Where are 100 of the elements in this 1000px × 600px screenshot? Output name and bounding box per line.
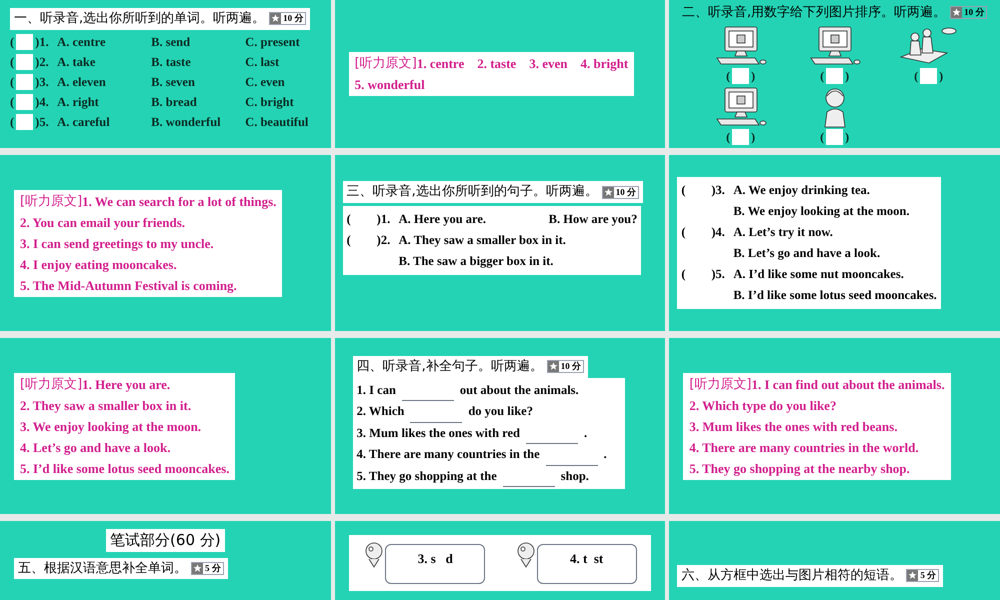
option-text: B. The saw a bigger box in it. [398,254,554,268]
slide-thumbnail[interactable]: 3. s d 4. t st [334,521,666,600]
question-number: )4. [711,224,726,241]
section-title: 笔试部分(60 分) [106,529,225,552]
question-number: )5. [35,114,50,130]
bracket-text: ( [10,94,14,110]
slide-thumbnail[interactable]: [听力原文]1. centre 2. taste 3. even 4. bright 5. wonderful [334,0,666,148]
transcript-line: 4. Let’s go and have a look. [20,438,170,456]
question-number: )5. [711,266,726,283]
bracket-text: ( [820,128,824,146]
score-text: 10 分 [560,362,582,372]
answer-box[interactable] [16,94,34,110]
option-text: A. Let’s try it now. [733,224,833,241]
option-text: A. careful [57,114,111,130]
option-text: C. present [245,34,300,50]
bracket-text: ( [346,210,351,228]
transcript-line: 1. Here you are. [82,376,170,392]
slide-thumbnail[interactable]: 四、听录音,补全句子。听两遍。 10 分 1. I can out about the animals. 2. Which do you like? 3. Mum likes the ones with red . 4. There are many countries in the . 5. They go shopping at the shop. [334,338,666,514]
answer-box[interactable] [732,128,750,144]
slide-thumbnail[interactable]: 三、听录音,选出你所听到的句子。听两遍。 10 分 ( )1. A. Here you are. B. How are you? ( )2. A. They saw a smaller box in it. B. The saw a bigger box in it. [334,155,666,331]
answer-box[interactable] [826,128,844,144]
slide-thumbnail[interactable]: [听力原文]1. We can search for a lot of things. 2. You can email your friends. 3. I can send greetings to my uncle. 4. I enjoy eating mooncakes. 5. The Mid-Autumn Festival is coming. [0,155,331,331]
score-text: 10 分 [614,188,638,196]
sentence-text: . [604,446,607,463]
bracket-text: ( [681,266,686,283]
bracket-text: ( [10,34,14,50]
star-icon [192,562,203,574]
option-text: C. beautiful [245,114,308,130]
question-number: )1. [376,210,392,228]
answer-box[interactable] [920,68,938,84]
bracket-text: ( [914,68,918,84]
star-icon [602,186,614,198]
bracket-text: ) [751,68,756,84]
transcript-line: 1. centre 2. taste 3. even 4. bright [416,55,628,72]
transcript-label: [听力原文] [689,376,752,392]
option-text: B. taste [151,54,192,70]
option-text: A. They saw a smaller box in it. [398,232,566,249]
score-text: 5 分 [204,564,222,573]
answer-box[interactable] [16,74,34,90]
bracket-text: ( [10,74,14,90]
option-text: C. even [245,74,285,90]
option-text: B. seven [151,74,196,90]
option-text: C. last [245,54,280,70]
option-text: A. Here you are. [398,210,488,228]
score-text: 5 分 [919,571,938,580]
answer-box[interactable] [16,34,34,50]
transcript-line: 3. Mum likes the ones with red beans. [689,418,898,434]
transcript-line: 1. I can find out about the animals. [751,376,945,392]
transcript-label: [听力原文] [20,192,82,210]
answer-box[interactable] [16,114,34,130]
bracket-text: ( [10,54,14,70]
option-text: B. send [151,34,192,50]
heading-text: 一、听录音,选出你所听到的单词。听两遍。 [14,10,266,28]
question-number: )2. [35,54,50,70]
bracket-text: ( [820,68,824,84]
bracket-text: ( [10,114,14,130]
transcript-line: 2. You can email your friends. [20,214,186,230]
transcript-line: 5. They go shopping at the nearby shop. [689,460,910,476]
transcript-label: [听力原文] [354,55,417,72]
transcript-line: 4. I enjoy eating mooncakes. [20,256,177,272]
option-text: B. We enjoy looking at the moon. [733,204,910,218]
option-text: A. I’d like some nut mooncakes. [733,266,904,283]
question-number: )4. [35,94,50,110]
heading-text: 六、从方框中选出与图片相符的短语。 [681,567,902,585]
transcript-line: 3. We enjoy looking at the moon. [20,418,202,434]
slide-thumbnail[interactable] [0,0,331,148]
slide-thumbnail[interactable]: 六、从方框中选出与图片相符的短语。 5 分 [669,521,1000,600]
answer-box[interactable] [732,68,750,84]
answer-box[interactable] [826,68,844,84]
option-text: A. eleven [57,74,107,90]
star-icon [548,361,559,372]
bracket-text: ( [681,182,686,199]
question-number: )1. [35,34,50,50]
bracket-text: ) [751,128,756,146]
transcript-line: 1. We can search for a lot of things. [82,192,276,210]
option-text: A. We enjoy drinking tea. [733,182,870,199]
slide-thumbnail[interactable]: ( )3. A. We enjoy drinking tea. B. We enjoy looking at the moon. ( )4. A. Let’s try it now. B. Let’s go and have a look. ( )5. A. I’d like some nut mooncakes. B. I’d like some lotus seed mooncakes. [669,155,1000,331]
heading-text: 四、听录音,补全句子。听两遍。 [356,358,543,376]
slide-thumbnail[interactable]: [听力原文]1. I can find out about the animals. 2. Which type do you like? 3. Mum likes the ones with red beans. 4. There are many countries in the world. 5. They go shopping at the nearby shop. [669,338,1000,514]
slide-thumbnail[interactable]: [听力原文]1. Here you are. 2. They saw a smaller box in it. 3. We enjoy looking at the moon. 4. Let’s go and have a look. 5. I’d like some lotus seed mooncakes. [0,338,331,514]
option-text: B. How are you? [548,210,638,228]
transcript-line: 5. wonderful [354,76,425,93]
sentence-text: 1. I can [356,382,396,398]
question-number: )3. [711,182,726,199]
heading-text: 二、听录音,用数字给下列图片排序。听两遍。 [682,4,946,22]
bracket-text: ( [681,224,686,241]
slide-thumbnail[interactable]: 笔试部分(60 分) 五、根据汉语意思补全单词。 5 分 [0,521,331,600]
star-icon [907,570,918,582]
option-text: C. bright [245,94,294,110]
star-icon [270,13,282,24]
score-text: 10 分 [963,8,986,18]
score-text: 10 分 [282,14,304,24]
answer-box[interactable] [16,54,34,70]
sentence-text: out about the animals. [460,382,579,398]
slide-thumbnail[interactable]: 二、听录音,用数字给下列图片排序。听两遍。 10 分 ( ) ( ) ( ) ( ) ( ) [669,0,1000,148]
option-text: A. centre [57,34,107,50]
transcript-line: 3. I can send greetings to my uncle. [20,234,214,252]
heading-text: 三、听录音,选出你所听到的句子。听两遍。 [346,183,598,202]
sentence-text: shop. [560,468,589,485]
option-text: B. bread [151,94,198,110]
